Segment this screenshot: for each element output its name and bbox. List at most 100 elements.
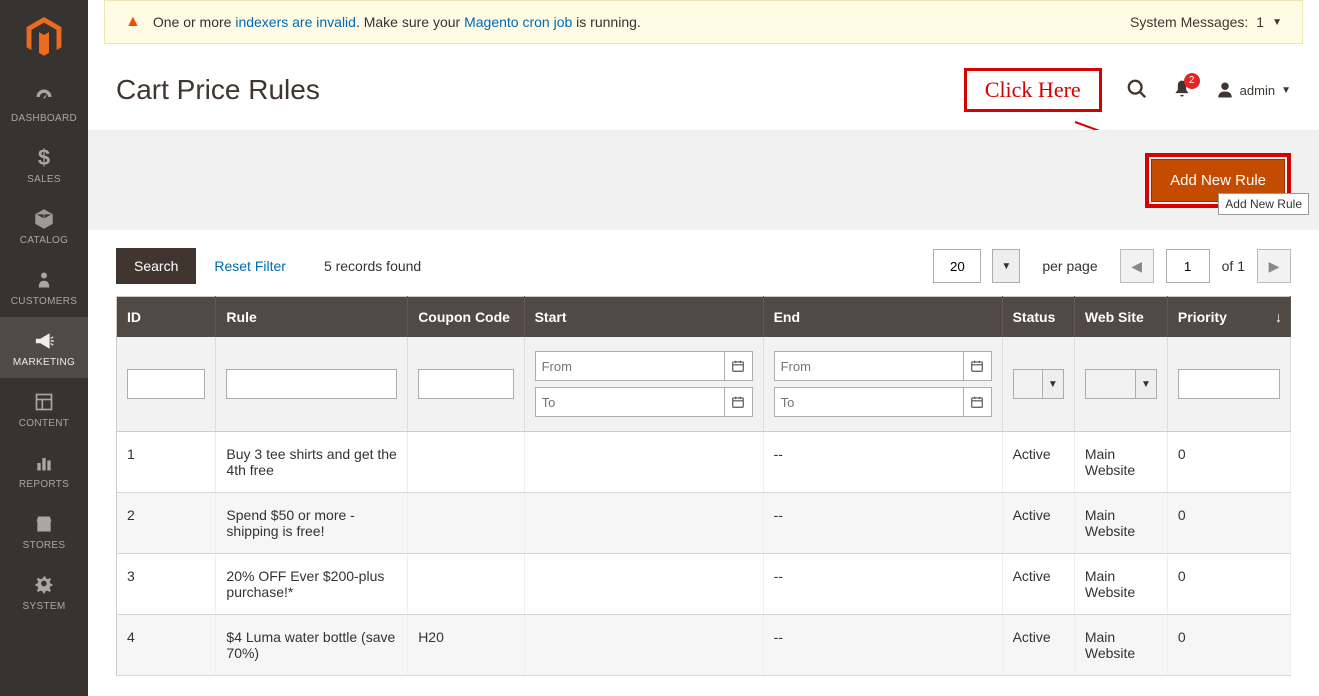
nav-content[interactable]: CONTENT — [0, 378, 88, 439]
cell-coupon — [408, 432, 524, 493]
nav-label: CUSTOMERS — [11, 296, 77, 307]
calendar-icon[interactable] — [963, 352, 991, 380]
page-number-input[interactable] — [1166, 249, 1210, 283]
user-menu[interactable]: admin ▼ — [1216, 81, 1291, 99]
nav-dashboard[interactable]: DASHBOARD — [0, 73, 88, 134]
cell-end: -- — [763, 554, 1002, 615]
bars-icon — [34, 451, 54, 475]
per-page-label: per page — [1042, 258, 1097, 274]
filter-start-to-input[interactable] — [536, 391, 724, 414]
nav-system[interactable]: SYSTEM — [0, 561, 88, 622]
cell-website: Main Website — [1074, 493, 1167, 554]
nav-reports[interactable]: REPORTS — [0, 439, 88, 500]
cell-coupon: H20 — [408, 615, 524, 676]
cell-website: Main Website — [1074, 554, 1167, 615]
button-tooltip: Add New Rule — [1218, 193, 1309, 215]
cell-rule: $4 Luma water bottle (save 70%) — [216, 615, 408, 676]
nav-label: SALES — [27, 174, 61, 185]
col-header-status[interactable]: Status — [1002, 297, 1074, 338]
cell-status: Active — [1002, 615, 1074, 676]
annotation-click-here: Click Here — [964, 68, 1102, 112]
chevron-down-icon[interactable]: ▼ — [1042, 369, 1064, 399]
rules-grid: ID Rule Coupon Code Start End Status Web… — [116, 296, 1291, 676]
cell-start — [524, 432, 763, 493]
table-row[interactable]: 4$4 Luma water bottle (save 70%)H20 --Act… — [117, 615, 1291, 676]
system-message-bar: ▲ One or more indexers are invalid. Make… — [104, 0, 1303, 44]
calendar-icon[interactable] — [963, 388, 991, 416]
cell-status: Active — [1002, 493, 1074, 554]
nav-marketing[interactable]: MARKETING — [0, 317, 88, 378]
action-bar: Add New Rule Add New Rule — [88, 130, 1319, 230]
prev-page-button[interactable]: ◀ — [1120, 249, 1154, 283]
search-button[interactable]: Search — [116, 248, 196, 284]
nav-catalog[interactable]: CATALOG — [0, 195, 88, 256]
col-header-website[interactable]: Web Site — [1074, 297, 1167, 338]
cell-rule: Buy 3 tee shirts and get the 4th free — [216, 432, 408, 493]
main-content: ▲ One or more indexers are invalid. Make… — [88, 0, 1319, 696]
calendar-icon[interactable] — [724, 352, 752, 380]
gear-icon — [34, 573, 54, 597]
col-header-id[interactable]: ID — [117, 297, 216, 338]
system-messages-toggle[interactable]: System Messages: 1 ▼ — [1130, 14, 1282, 30]
warning-icon: ▲ — [125, 13, 141, 31]
chevron-down-icon[interactable]: ▼ — [1135, 369, 1157, 399]
nav-label: REPORTS — [19, 479, 69, 490]
next-page-button[interactable]: ▶ — [1257, 249, 1291, 283]
filter-id-input[interactable] — [127, 369, 205, 399]
col-header-priority[interactable]: Priority↓ — [1167, 297, 1290, 338]
cell-id: 4 — [117, 615, 216, 676]
cell-rule: Spend $50 or more - shipping is free! — [216, 493, 408, 554]
person-icon — [35, 268, 53, 292]
nav-label: DASHBOARD — [11, 113, 77, 124]
per-page-dropdown[interactable]: ▼ — [992, 249, 1020, 283]
dashboard-icon — [32, 85, 56, 109]
cell-start — [524, 554, 763, 615]
magento-logo[interactable] — [0, 0, 88, 73]
per-page-input[interactable] — [933, 249, 981, 283]
nav-label: STORES — [23, 540, 66, 551]
filter-coupon-input[interactable] — [418, 369, 513, 399]
filter-start-from-input[interactable] — [536, 355, 724, 378]
calendar-icon[interactable] — [724, 388, 752, 416]
sort-arrow-icon: ↓ — [1275, 309, 1282, 325]
filter-end-to-input[interactable] — [775, 391, 963, 414]
notifications-icon[interactable]: 2 — [1172, 79, 1192, 102]
filter-status-select[interactable] — [1013, 369, 1042, 399]
nav-label: CATALOG — [20, 235, 68, 246]
chevron-down-icon: ▼ — [1281, 85, 1291, 96]
filter-website-select[interactable] — [1085, 369, 1135, 399]
cell-coupon — [408, 493, 524, 554]
col-header-rule[interactable]: Rule — [216, 297, 408, 338]
cell-start — [524, 493, 763, 554]
reset-filter-link[interactable]: Reset Filter — [214, 258, 286, 274]
col-header-end[interactable]: End — [763, 297, 1002, 338]
filter-end-from-input[interactable] — [775, 355, 963, 378]
table-row[interactable]: 2Spend $50 or more - shipping is free!--… — [117, 493, 1291, 554]
nav-sales[interactable]: $ SALES — [0, 134, 88, 195]
indexers-link[interactable]: indexers are invalid — [235, 14, 356, 30]
col-header-coupon[interactable]: Coupon Code — [408, 297, 524, 338]
cell-start — [524, 615, 763, 676]
cell-end: -- — [763, 615, 1002, 676]
cell-priority: 0 — [1167, 554, 1290, 615]
cell-priority: 0 — [1167, 493, 1290, 554]
filter-rule-input[interactable] — [226, 369, 397, 399]
filter-priority-input[interactable] — [1178, 369, 1280, 399]
nav-label: MARKETING — [13, 357, 75, 368]
cell-id: 3 — [117, 554, 216, 615]
nav-stores[interactable]: STORES — [0, 500, 88, 561]
nav-label: CONTENT — [19, 418, 69, 429]
cell-priority: 0 — [1167, 432, 1290, 493]
col-header-start[interactable]: Start — [524, 297, 763, 338]
table-row[interactable]: 320% OFF Ever $200-plus purchase!*--Acti… — [117, 554, 1291, 615]
cell-status: Active — [1002, 554, 1074, 615]
megaphone-icon — [32, 329, 56, 353]
cron-link[interactable]: Magento cron job — [464, 14, 572, 30]
layout-icon — [34, 390, 54, 414]
admin-sidebar: DASHBOARD $ SALES CATALOG CUSTOMERS MARKETING… — [0, 0, 88, 696]
system-message-text: One or more indexers are invalid. Make s… — [153, 14, 641, 30]
dollar-icon: $ — [38, 146, 50, 170]
table-row[interactable]: 1Buy 3 tee shirts and get the 4th free--… — [117, 432, 1291, 493]
nav-customers[interactable]: CUSTOMERS — [0, 256, 88, 317]
search-icon[interactable] — [1126, 78, 1148, 103]
